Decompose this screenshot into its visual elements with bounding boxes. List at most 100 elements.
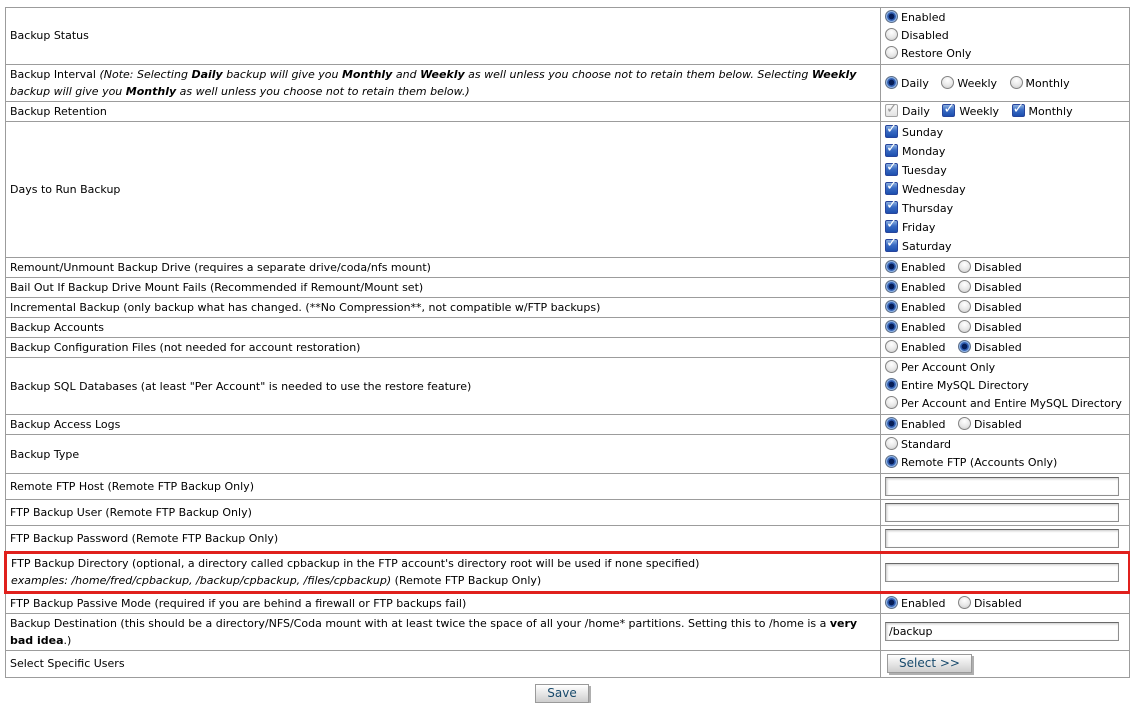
radio-option-enabled[interactable]: Enabled: [885, 418, 945, 431]
radio-option-label: Enabled: [901, 341, 945, 354]
checkbox-option-weekly[interactable]: Weekly: [942, 105, 999, 118]
radio-option-enabled[interactable]: Enabled: [885, 301, 945, 314]
radio-icon[interactable]: [885, 340, 898, 353]
checkbox-icon[interactable]: [885, 104, 898, 117]
radio-icon[interactable]: [885, 320, 898, 333]
label-days-to-run-backup: Days to Run Backup: [6, 122, 881, 258]
radio-option-label: Per Account Only: [901, 361, 995, 374]
row-backup-status: Backup Status Enabled Disabled Restore O…: [6, 8, 1130, 65]
checkbox-option-monthly[interactable]: Monthly: [1012, 105, 1073, 118]
row-backup-destination: Backup Destination (this should be a dir…: [6, 613, 1130, 650]
radio-icon[interactable]: [1010, 76, 1023, 89]
radio-icon[interactable]: [885, 396, 898, 409]
radio-icon[interactable]: [885, 260, 898, 273]
radio-icon[interactable]: [958, 596, 971, 609]
checkbox-option-tuesday[interactable]: Tuesday: [885, 161, 1125, 180]
checkbox-option-friday[interactable]: Friday: [885, 218, 1125, 237]
checkbox-option-sunday[interactable]: Sunday: [885, 123, 1125, 142]
radio-option-remote-ftp[interactable]: Remote FTP (Accounts Only): [885, 454, 1125, 472]
checkbox-icon[interactable]: [942, 104, 955, 117]
radio-option-disabled[interactable]: Disabled: [958, 418, 1022, 431]
radio-icon[interactable]: [958, 280, 971, 293]
row-remount-unmount: Remount/Unmount Backup Drive (requires a…: [6, 258, 1130, 278]
row-remote-ftp-host: Remote FTP Host (Remote FTP Backup Only): [6, 474, 1130, 500]
radio-option-standard[interactable]: Standard: [885, 436, 1125, 454]
radio-icon[interactable]: [885, 10, 898, 23]
checkbox-icon[interactable]: [885, 201, 898, 214]
backup-destination-input[interactable]: [885, 622, 1119, 641]
radio-option-entire-mysql-directory[interactable]: Entire MySQL Directory: [885, 377, 1125, 395]
radio-icon[interactable]: [885, 280, 898, 293]
radio-option-disabled[interactable]: Disabled: [958, 261, 1022, 274]
radio-icon[interactable]: [941, 76, 954, 89]
radio-option-label: Per Account and Entire MySQL Directory: [901, 397, 1122, 410]
checkbox-icon[interactable]: [1012, 104, 1025, 117]
radio-option-disabled[interactable]: Disabled: [958, 321, 1022, 334]
radio-icon[interactable]: [885, 417, 898, 430]
radio-option-label: Enabled: [901, 11, 945, 24]
save-button[interactable]: Save: [535, 684, 588, 703]
label-backup-retention: Backup Retention: [6, 102, 881, 122]
radio-option-disabled[interactable]: Disabled: [958, 341, 1022, 354]
radio-option-enabled[interactable]: Enabled: [885, 321, 945, 334]
checkbox-option-label: Friday: [902, 221, 935, 234]
label-incremental-backup: Incremental Backup (only backup what has…: [6, 298, 881, 318]
checkbox-option-thursday[interactable]: Thursday: [885, 199, 1125, 218]
radio-option-label: Standard: [901, 438, 951, 451]
checkbox-option-daily[interactable]: Daily: [885, 105, 930, 118]
radio-option-disabled[interactable]: Disabled: [958, 301, 1022, 314]
checkbox-option-label: Sunday: [902, 126, 943, 139]
radio-icon[interactable]: [958, 260, 971, 273]
radio-option-disabled[interactable]: Disabled: [885, 27, 1125, 45]
ftp-backup-password-input[interactable]: [885, 529, 1119, 548]
radio-option-label: Disabled: [974, 281, 1022, 294]
row-select-specific-users: Select Specific Users Select >>: [6, 650, 1130, 677]
radio-option-disabled[interactable]: Disabled: [958, 281, 1022, 294]
radio-icon[interactable]: [885, 596, 898, 609]
radio-option-monthly[interactable]: Monthly: [1010, 77, 1070, 90]
radio-option-label: Enabled: [901, 261, 945, 274]
remote-ftp-host-input[interactable]: [885, 477, 1119, 496]
label-remount-unmount: Remount/Unmount Backup Drive (requires a…: [6, 258, 881, 278]
select-users-button[interactable]: Select >>: [887, 654, 972, 673]
radio-icon[interactable]: [885, 46, 898, 59]
radio-icon[interactable]: [885, 76, 898, 89]
radio-option-enabled[interactable]: Enabled: [885, 281, 945, 294]
checkbox-option-saturday[interactable]: Saturday: [885, 237, 1125, 256]
radio-option-disabled[interactable]: Disabled: [958, 597, 1022, 610]
ftp-backup-directory-input[interactable]: [885, 563, 1119, 582]
radio-option-label: Disabled: [974, 321, 1022, 334]
checkbox-icon[interactable]: [885, 182, 898, 195]
checkbox-icon[interactable]: [885, 220, 898, 233]
ftp-backup-user-input[interactable]: [885, 503, 1119, 522]
checkbox-icon[interactable]: [885, 125, 898, 138]
checkbox-option-monday[interactable]: Monday: [885, 142, 1125, 161]
radio-icon[interactable]: [958, 340, 971, 353]
radio-icon[interactable]: [885, 28, 898, 41]
row-ftp-backup-password: FTP Backup Password (Remote FTP Backup O…: [6, 526, 1130, 553]
radio-icon[interactable]: [885, 360, 898, 373]
radio-option-daily[interactable]: Daily: [885, 77, 929, 90]
radio-icon[interactable]: [958, 300, 971, 313]
radio-option-enabled[interactable]: Enabled: [885, 9, 1125, 27]
radio-option-restore-only[interactable]: Restore Only: [885, 45, 1125, 63]
checkbox-icon[interactable]: [885, 163, 898, 176]
checkbox-option-label: Thursday: [902, 202, 953, 215]
radio-option-per-account-only[interactable]: Per Account Only: [885, 359, 1125, 377]
label-ftp-backup-user: FTP Backup User (Remote FTP Backup Only): [6, 500, 881, 526]
checkbox-icon[interactable]: [885, 239, 898, 252]
checkbox-icon[interactable]: [885, 144, 898, 157]
radio-option-enabled[interactable]: Enabled: [885, 597, 945, 610]
radio-icon[interactable]: [885, 300, 898, 313]
radio-option-per-account-and-entire-mysql[interactable]: Per Account and Entire MySQL Directory: [885, 395, 1125, 413]
radio-icon[interactable]: [885, 378, 898, 391]
radio-option-enabled[interactable]: Enabled: [885, 261, 945, 274]
radio-icon[interactable]: [958, 417, 971, 430]
radio-icon[interactable]: [885, 437, 898, 450]
checkbox-option-wednesday[interactable]: Wednesday: [885, 180, 1125, 199]
radio-icon[interactable]: [885, 455, 898, 468]
label-ftp-backup-directory: FTP Backup Directory (optional, a direct…: [6, 553, 881, 592]
radio-icon[interactable]: [958, 320, 971, 333]
radio-option-enabled[interactable]: Enabled: [885, 341, 945, 354]
radio-option-weekly[interactable]: Weekly: [941, 77, 997, 90]
